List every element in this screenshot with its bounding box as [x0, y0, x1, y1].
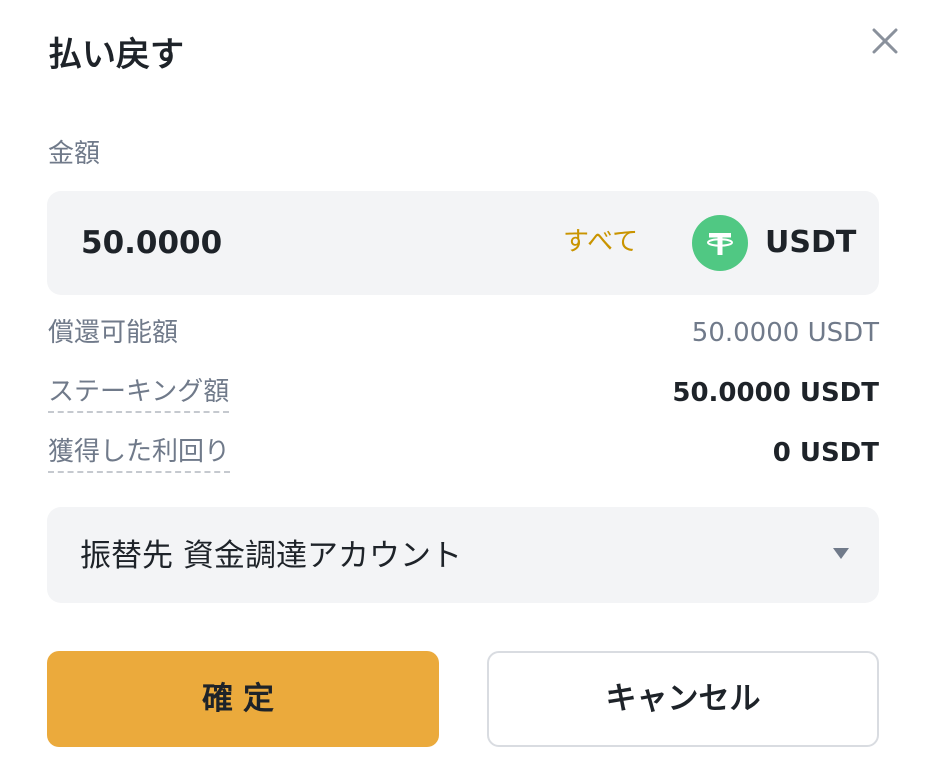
caret-down-icon[interactable] [833, 548, 849, 559]
staking-amount-row: ステーキング額 50.0000 USDT [48, 373, 879, 417]
confirm-button[interactable]: 確定 [47, 651, 439, 747]
earned-yield-label[interactable]: 獲得した利回り [48, 433, 231, 473]
staking-amount-label[interactable]: ステーキング額 [48, 373, 230, 413]
redeemable-amount-row: 償還可能額 50.0000 USDT [48, 313, 879, 357]
destination-prefix: 振替先 [80, 538, 173, 574]
max-amount-button[interactable]: すべて [563, 222, 638, 262]
destination-label: 振替先 資金調達アカウント [80, 534, 472, 578]
earned-yield-row: 獲得した利回り 0 USDT [48, 433, 879, 477]
destination-account-select[interactable]: 振替先 資金調達アカウント [47, 507, 879, 603]
amount-value[interactable]: 50.0000 [81, 220, 222, 266]
amount-label: 金額 [48, 139, 101, 169]
earned-yield-value: 0 USDT [772, 438, 879, 468]
redeemable-amount-value: 50.0000 USDT [691, 318, 879, 348]
redeemable-amount-label: 償還可能額 [48, 318, 179, 348]
cancel-button[interactable]: キャンセル [487, 651, 879, 747]
coin-name: USDT [765, 225, 857, 260]
dialog-title: 払い戻す [48, 35, 184, 75]
destination-account: 資金調達アカウント [183, 538, 462, 574]
staking-amount-value: 50.0000 USDT [672, 378, 879, 408]
close-icon[interactable] [866, 22, 904, 60]
tether-icon [692, 215, 748, 271]
amount-input-field[interactable]: 50.0000 すべて USDT [47, 191, 879, 295]
